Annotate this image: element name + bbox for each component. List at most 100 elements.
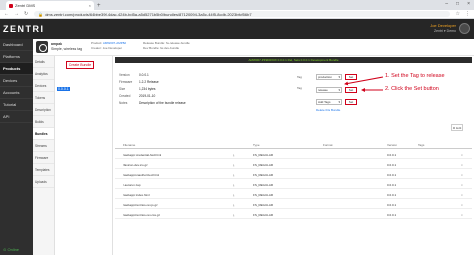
download-icon[interactable]: ⤓ (233, 203, 234, 207)
download-icon[interactable]: ⤓ (233, 193, 234, 197)
table-header: Filename Type Format Version Tags (115, 140, 472, 149)
sidebar-item-devices[interactable]: Devices (0, 75, 33, 87)
remove-icon[interactable]: × (461, 193, 463, 197)
zentri-logo[interactable]: ZENTRI (3, 24, 45, 34)
bundle-banner: AMW007-PF9D0X0X 0.0.0.1 Rel, Sets 0.0.0.… (115, 57, 472, 63)
product-meta: Product: AMW007-AMP82 Creator: Joe Devel… (91, 41, 126, 50)
subnav-item-uploads[interactable]: Uploads (33, 176, 54, 188)
annotation-step-1: 1. Set the Tag to release (385, 73, 445, 79)
create-bundle-button[interactable]: Create Bundle (66, 61, 94, 69)
creator-label: Creator: (91, 45, 102, 50)
user-org: Zentri ▾ Demo (434, 29, 456, 33)
set-button-add-tags[interactable]: Set (345, 99, 357, 105)
col-format[interactable]: Format (323, 143, 333, 147)
bookmark-star-icon[interactable]: ☆ (456, 11, 460, 17)
sidebar-item-dashboard[interactable]: Dashboard (0, 39, 33, 51)
remove-icon[interactable]: × (461, 173, 463, 177)
table-row[interactable]: /webapp/.index.html ⤓ FS_REGULAR 0.0.0.1… (115, 190, 472, 199)
minimize-icon[interactable]: – (445, 1, 448, 7)
add-tags-select[interactable]: Add Tags ▾ (316, 99, 342, 105)
device-header: ampak Simple, wireless tag Product: AMW0… (33, 39, 474, 56)
tag-select-production[interactable]: production ▾ (316, 74, 342, 80)
annotation-step-2: 2. Click the Set button (385, 86, 439, 92)
sidebar-item-tutorial[interactable]: Tutorial (0, 99, 33, 111)
subnav-item-bundles[interactable]: Bundles (33, 128, 54, 140)
tag-label: Tag (297, 75, 302, 79)
field-value: 2019-01-10 (139, 94, 156, 98)
sidebar-item-accounts[interactable]: Accounts (0, 87, 33, 99)
subnav-item-analytics[interactable]: Analytics (33, 68, 54, 80)
status-badge: ⊙ Online (3, 247, 20, 252)
close-window-icon[interactable]: × (467, 1, 470, 7)
field-value[interactable]: 1.2.2 Release (139, 80, 159, 84)
file-name: /webapp/.index.html (123, 193, 150, 197)
file-version: 0.0.0.1 (387, 153, 397, 157)
sidebar-item-products[interactable]: Products (0, 63, 33, 75)
user-name: Joe Developer (430, 23, 456, 28)
subnav-item-tokens[interactable]: Tokens (33, 92, 54, 104)
subnav-item-streams[interactable]: Streams (33, 140, 54, 152)
table-row[interactable]: /webapp/zentrios-rev.js.gz ⤓ FS_REGULAR … (115, 200, 472, 209)
new-tab-button[interactable]: + (97, 2, 101, 10)
window-controls: – □ × (445, 1, 470, 7)
sidebar-item-platforms[interactable]: Platforms (0, 51, 33, 63)
col-tags[interactable]: Tags (418, 143, 424, 147)
product-value[interactable]: AMW007-AMP82 (103, 41, 126, 45)
tab-close-icon[interactable]: × (89, 3, 91, 8)
table-row[interactable]: /webapp/.credential-fwd.html ⤓ FS_REGULA… (115, 150, 472, 159)
remove-icon[interactable]: × (461, 213, 463, 217)
field-notes: Notes Description of the bundle release (119, 101, 186, 105)
subnav-item-templates[interactable]: Templates (33, 164, 54, 176)
chevron-down-icon: ▾ (338, 100, 340, 104)
browser-tab[interactable]: Zentri DMS × (6, 1, 94, 10)
remove-icon[interactable]: × (461, 163, 463, 167)
forward-icon[interactable]: → (14, 11, 19, 17)
delete-bundle-link[interactable]: Delete this Bundle (316, 108, 340, 112)
field-value: Description of the bundle release (139, 101, 186, 105)
download-icon[interactable]: ⤓ (233, 183, 234, 187)
col-type[interactable]: Type (253, 143, 260, 147)
field-value: 1,234 bytes (139, 87, 156, 91)
browser-menu-icon[interactable]: ⋮ (465, 11, 470, 17)
download-icon[interactable]: ⤓ (233, 153, 234, 157)
file-type: FS_REGULAR (253, 173, 274, 177)
back-icon[interactable]: ← (4, 11, 9, 17)
subnav-item-builds[interactable]: Builds (33, 116, 54, 128)
tag-select-release[interactable]: release ▾ (316, 87, 342, 93)
remove-icon[interactable]: × (461, 203, 463, 207)
file-type: FS_REGULAR (253, 193, 274, 197)
tag-select-value: Add Tags (318, 100, 331, 104)
col-version[interactable]: Version (387, 143, 397, 147)
release-bundle-value: fw-release-bundle (165, 41, 190, 45)
download-icon[interactable]: ⤓ (233, 173, 234, 177)
table-row[interactable]: /.autorun.zap ⤓ FS_REGULAR 0.0.0.1 × (115, 180, 472, 189)
sidebar-item-api[interactable]: API (0, 111, 33, 123)
subnav-item-firmware[interactable]: Firmware (33, 152, 54, 164)
maximize-icon[interactable]: □ (456, 1, 459, 7)
url-field[interactable]: 🔒 dms.zentri.com/products/64bbe39f-4dac-… (34, 11, 450, 17)
list-item[interactable]: 0.0.0.1 (55, 85, 112, 92)
table-row[interactable]: /webapp/zentrios-rev.css.gz ⤓ FS_REGULAR… (115, 210, 472, 219)
file-type: FS_REGULAR (253, 153, 274, 157)
download-icon[interactable]: ⤓ (233, 163, 234, 167)
remove-icon[interactable]: × (461, 183, 463, 187)
set-button[interactable]: Set (345, 74, 357, 80)
download-icon[interactable]: ⤓ (233, 213, 234, 217)
tag-label: Tag (297, 86, 302, 90)
chevron-down-icon: ▾ (338, 88, 340, 92)
user-info[interactable]: Joe Developer Zentri ▾ Demo (430, 23, 456, 33)
set-button-release[interactable]: Set (345, 87, 357, 93)
remove-icon[interactable]: × (461, 153, 463, 157)
col-filename[interactable]: Filename (123, 143, 135, 147)
app-header: ZENTRI Joe Developer Zentri ▾ Demo (0, 19, 474, 39)
avatar[interactable] (459, 23, 470, 34)
file-version: 0.0.0.1 (387, 163, 397, 167)
table-row[interactable]: /webapp/unauthorized.html ⤓ FS_REGULAR 0… (115, 170, 472, 179)
main-sidebar: Dashboard Platforms Products Devices Acc… (0, 39, 33, 255)
edit-button[interactable]: ⚙ Edit (451, 124, 463, 131)
subnav-item-description[interactable]: Description (33, 104, 54, 116)
subnav-item-devices[interactable]: Devices (33, 80, 54, 92)
reload-icon[interactable]: ↻ (24, 11, 28, 17)
table-row[interactable]: /favicon-dev.ico.gz ⤓ FS_REGULAR 0.0.0.1… (115, 160, 472, 169)
subnav-item-details[interactable]: Details (33, 56, 54, 68)
